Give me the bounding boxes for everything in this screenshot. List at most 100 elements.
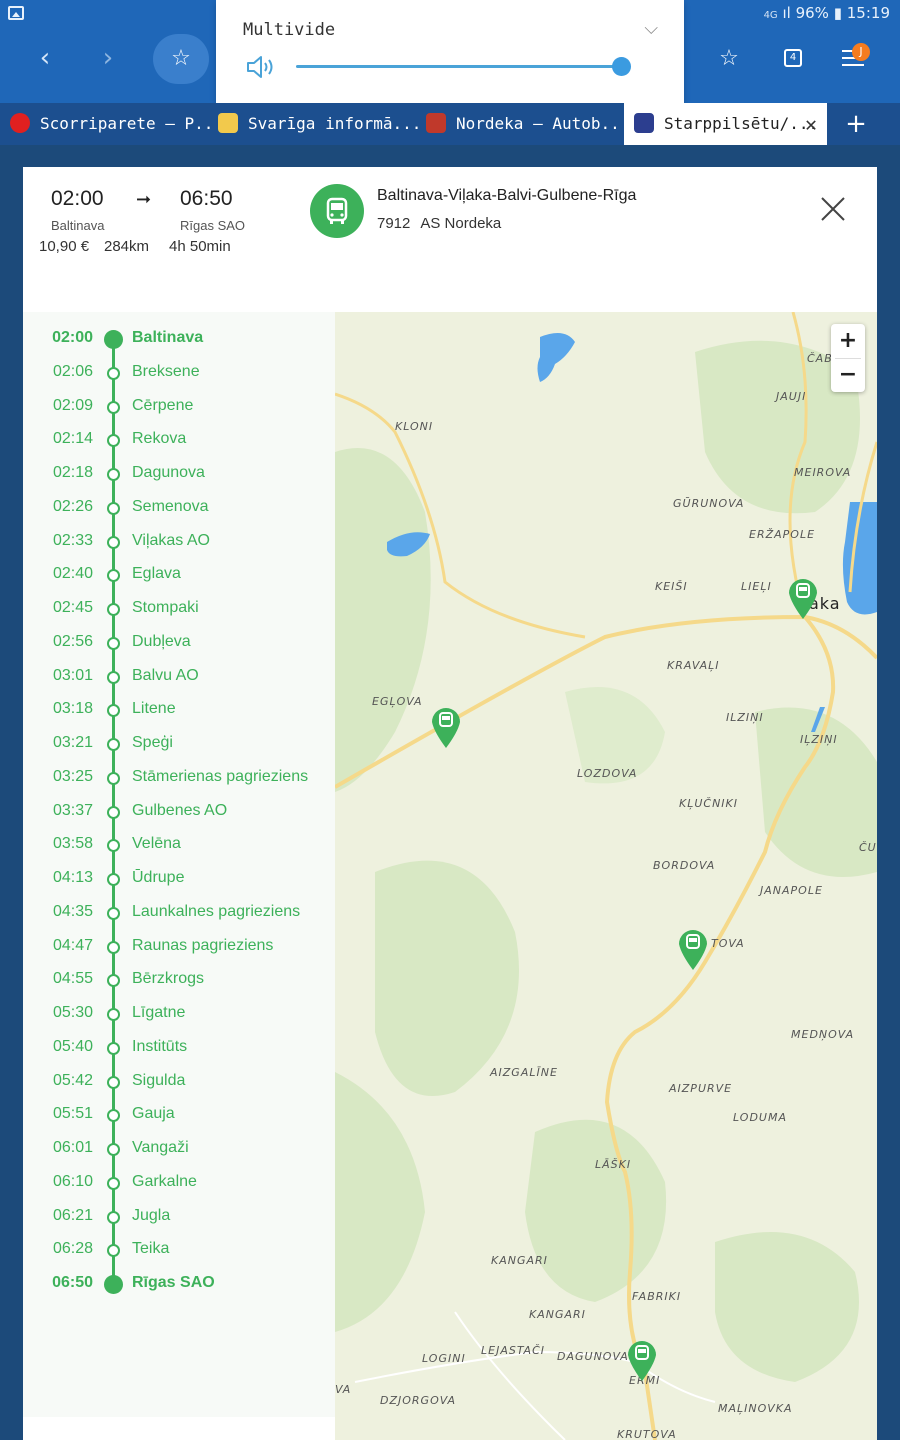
- stop-marker-icon: [107, 366, 120, 380]
- forward-button[interactable]: ›: [90, 40, 126, 76]
- bookmark-star-button[interactable]: ☆: [153, 34, 209, 84]
- map-place-label: MEIROVA: [794, 466, 852, 479]
- stop-row[interactable]: 03:18 Litene: [23, 693, 335, 727]
- stop-time: 02:09: [52, 396, 93, 414]
- arrival-time: 06:50: [180, 187, 233, 210]
- stop-name: Vangaži: [132, 1139, 189, 1156]
- route-info: 7912 AS Nordeka: [377, 215, 511, 232]
- stop-row[interactable]: 05:42 Sigulda: [23, 1065, 335, 1099]
- back-button[interactable]: ‹: [27, 40, 63, 76]
- stop-row[interactable]: 06:10 Garkalne: [23, 1166, 335, 1200]
- map-place-label: ERŽAPOLE: [749, 528, 816, 541]
- stop-row[interactable]: 05:30 Līgatne: [23, 997, 335, 1031]
- zoom-out-button[interactable]: −: [831, 358, 865, 392]
- stop-row[interactable]: 04:35 Launkalnes pagrieziens: [23, 896, 335, 930]
- stop-name: Garkalne: [132, 1172, 197, 1190]
- stop-row[interactable]: 03:25 Stāmerienas pagrieziens: [23, 761, 335, 795]
- bookmarks-list-button[interactable]: ☆: [712, 42, 746, 76]
- map-canvas[interactable]: [335, 312, 877, 1440]
- stop-row[interactable]: 06:01 Vangaži: [23, 1132, 335, 1166]
- route-map[interactable]: ČABA JAUJI KLONI MEIROVA GŪRUNOVA ERŽAPOLE KEI…: [335, 312, 877, 1440]
- stop-time: 05:30: [52, 1004, 93, 1021]
- stop-marker-icon: [107, 873, 120, 886]
- stop-row[interactable]: 04:47 Raunas pagrieziens: [23, 930, 335, 964]
- stop-row[interactable]: 02:56 Dubļeva: [23, 626, 335, 660]
- map-place-label: KLONI: [395, 420, 434, 433]
- tab-scorriparete[interactable]: Scorriparete – P...: [10, 103, 210, 145]
- stop-row[interactable]: 02:33 Viļakas AO: [23, 525, 335, 559]
- stop-row[interactable]: 02:14 Rekova: [23, 423, 335, 457]
- stop-marker-icon: [107, 636, 120, 650]
- bus-stop-pin-icon[interactable]: [625, 1337, 659, 1383]
- stop-row[interactable]: 02:06 Breksene: [23, 356, 335, 390]
- map-place-label: LOZDOVA: [577, 767, 638, 780]
- stop-name: Viļakas AO: [132, 531, 210, 549]
- stop-name: Teika: [132, 1240, 170, 1258]
- stop-row[interactable]: 03:21 Speģi: [23, 727, 335, 761]
- stop-name: Launkalnes pagrieziens: [132, 902, 301, 920]
- map-place-label: KĻUČNIKI: [679, 797, 739, 810]
- stop-row[interactable]: 05:40 Institūts: [23, 1031, 335, 1065]
- stop-marker-icon: [107, 839, 120, 853]
- stop-row[interactable]: 06:21 Jugla: [23, 1200, 335, 1234]
- map-place-label: LEJASTAČI: [481, 1344, 545, 1357]
- price: 10,90 €: [39, 238, 90, 255]
- zoom-control: + −: [831, 324, 865, 392]
- new-tab-button[interactable]: +: [836, 103, 876, 145]
- stop-row[interactable]: 02:18 Dagunova: [23, 457, 335, 491]
- tab-starppilsetu[interactable]: Starppilsētu/... ✕: [624, 103, 827, 145]
- stop-time: 05:51: [52, 1105, 93, 1123]
- bus-stop-pin-icon[interactable]: [676, 926, 710, 972]
- close-tab-icon[interactable]: ✕: [805, 103, 817, 145]
- stop-name: Velēna: [132, 835, 181, 853]
- stop-name: Breksene: [132, 362, 200, 380]
- stop-marker-icon: [107, 1244, 120, 1258]
- stop-row[interactable]: 06:50 Rīgas SAO: [23, 1267, 335, 1301]
- tabs-button[interactable]: 4: [784, 49, 802, 67]
- map-place-label: LOGINI: [422, 1352, 466, 1365]
- bus-stop-pin-icon[interactable]: [786, 575, 820, 621]
- stop-row[interactable]: 02:26 Semenova: [23, 491, 335, 525]
- close-icon[interactable]: [819, 195, 847, 223]
- departure-stop: Baltinava: [51, 218, 105, 233]
- stop-row[interactable]: 02:45 Stompaki: [23, 592, 335, 626]
- star-list-icon: ☆: [719, 46, 739, 71]
- stop-row[interactable]: 02:09 Cērpene: [23, 390, 335, 424]
- stop-row[interactable]: 02:40 Eglava: [23, 558, 335, 592]
- map-place-label: AIZPURVE: [669, 1082, 733, 1095]
- stop-row[interactable]: 05:51 Gauja: [23, 1098, 335, 1132]
- stop-time: 03:58: [52, 835, 93, 853]
- route-number: 7912: [377, 215, 411, 232]
- map-place-label: EGĻOVA: [372, 695, 423, 708]
- duration: 4h 50min: [169, 238, 231, 255]
- network-indicator: 4G: [763, 10, 778, 21]
- tab-nordeka[interactable]: Nordeka – Autob...: [426, 103, 622, 145]
- stop-row[interactable]: 03:01 Balvu AO: [23, 660, 335, 694]
- volume-slider-thumb[interactable]: [612, 57, 631, 76]
- tab-strip: Scorriparete – P... Svarīga informā... N…: [0, 103, 900, 145]
- chevron-down-icon[interactable]: ⌵: [644, 18, 658, 39]
- stop-time: 03:21: [52, 734, 93, 751]
- stop-marker-icon: [104, 1275, 123, 1294]
- stop-marker-icon: [107, 1109, 120, 1123]
- map-place-label: DAGUNOVA: [557, 1350, 629, 1363]
- volume-slider-track[interactable]: [296, 65, 622, 68]
- bus-stop-pin-icon[interactable]: [429, 704, 463, 750]
- stop-time: 02:00: [52, 329, 93, 346]
- stop-row[interactable]: 03:58 Velēna: [23, 828, 335, 862]
- distance: 284km: [104, 238, 150, 255]
- stop-row[interactable]: 02:00 Baltinava: [23, 322, 335, 356]
- tab-svariga-informacija[interactable]: Svarīga informā...: [218, 103, 418, 145]
- map-place-label: KANGARI: [491, 1254, 548, 1267]
- stop-marker-icon: [107, 974, 120, 988]
- stop-row[interactable]: 04:55 Bērzkrogs: [23, 963, 335, 997]
- stop-row[interactable]: 03:37 Gulbenes AO: [23, 795, 335, 829]
- stop-marker-icon: [107, 738, 120, 751]
- stop-marker-icon: [107, 1041, 120, 1055]
- stop-time: 06:21: [52, 1206, 93, 1224]
- speaker-icon[interactable]: [246, 55, 278, 79]
- map-place-label: AIZGALĪNE: [490, 1066, 558, 1079]
- zoom-in-button[interactable]: +: [831, 324, 865, 358]
- stop-row[interactable]: 06:28 Teika: [23, 1233, 335, 1267]
- stop-row[interactable]: 04:13 Ūdrupe: [23, 862, 335, 896]
